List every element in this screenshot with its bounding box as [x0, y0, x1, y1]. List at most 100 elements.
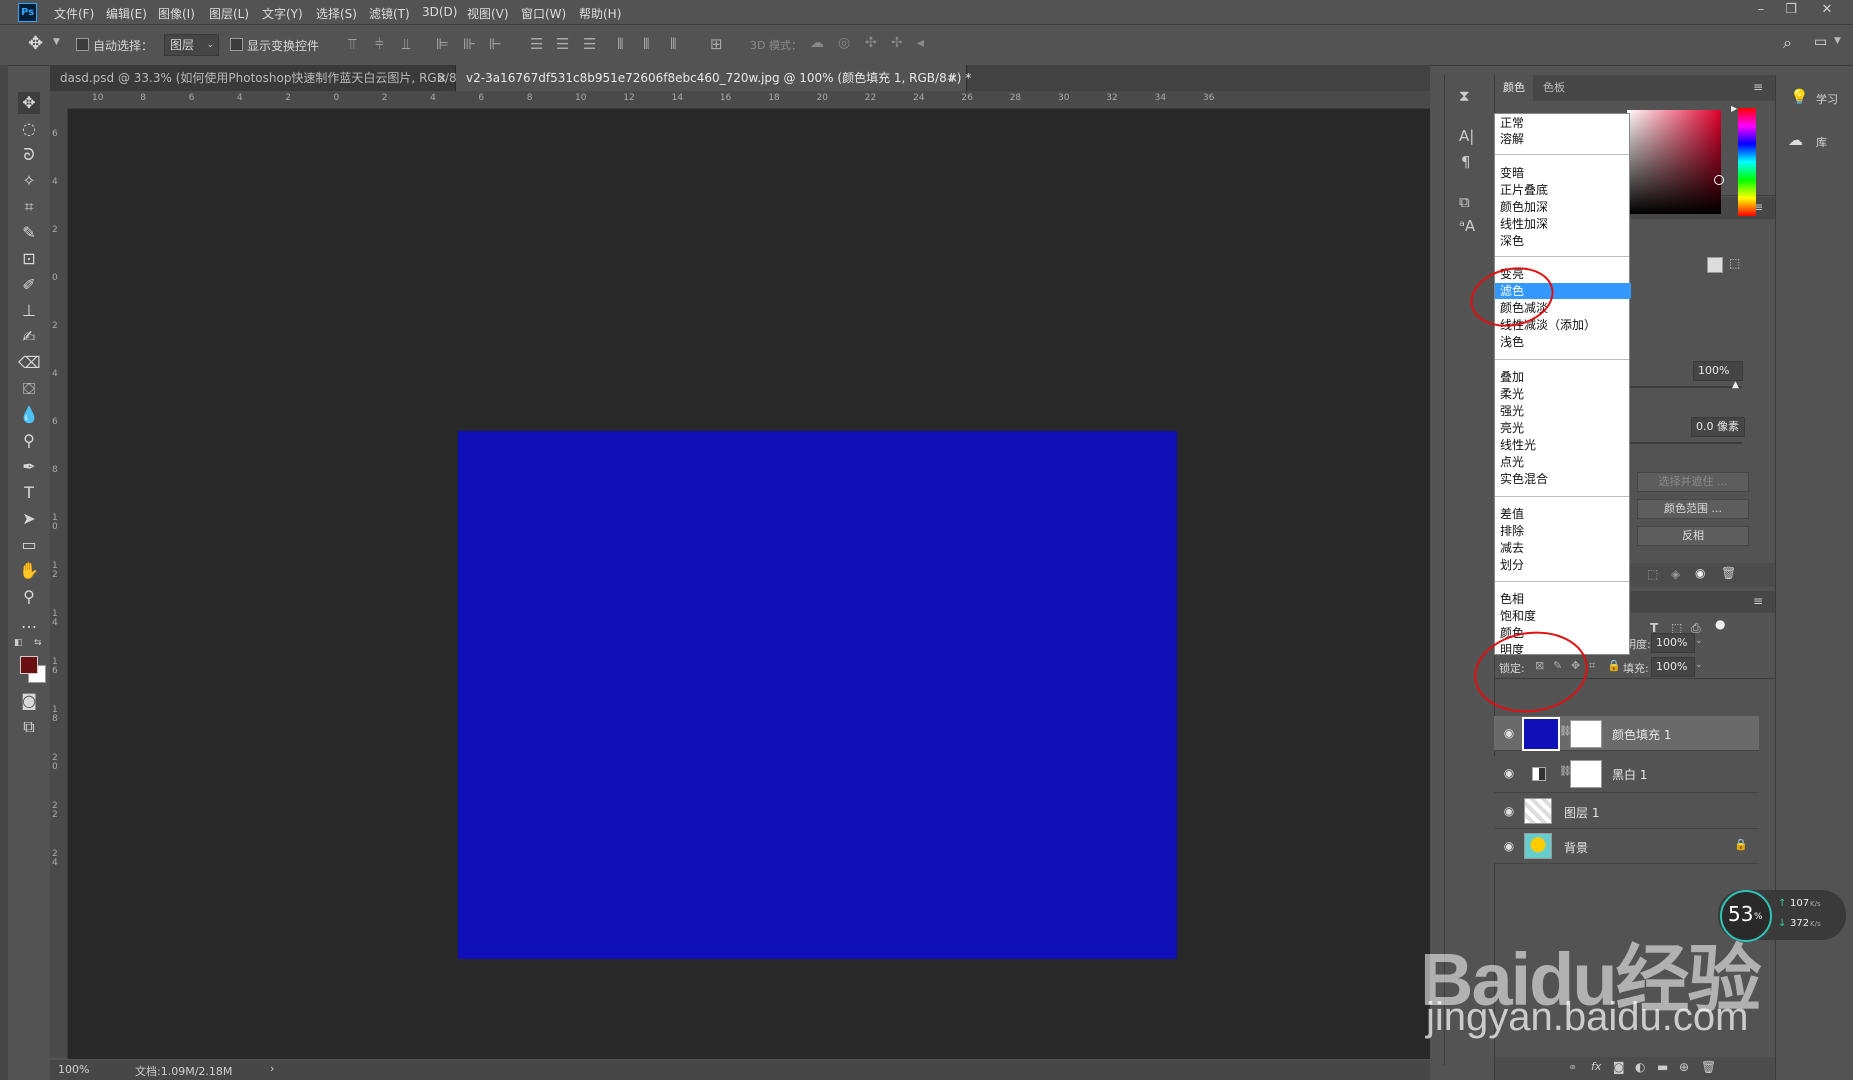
- blend-option[interactable]: 划分: [1498, 557, 1628, 573]
- visibility-eye-icon[interactable]: ◉: [1502, 726, 1516, 740]
- chevron-down-icon[interactable]: ▼: [1834, 36, 1841, 46]
- lightbulb-icon[interactable]: 💡: [1790, 88, 1809, 106]
- library-icon[interactable]: ☁: [1788, 131, 1803, 149]
- new-layer-icon[interactable]: ⊕: [1679, 1060, 1689, 1074]
- color-spectrum[interactable]: [1627, 110, 1721, 214]
- canvas-area[interactable]: [68, 109, 1430, 1059]
- blend-option[interactable]: 线性光: [1498, 437, 1628, 453]
- auto-align-icon[interactable]: ⊞: [710, 35, 723, 53]
- mask-thumbnail[interactable]: [1570, 760, 1602, 788]
- foreground-color-swatch[interactable]: [20, 656, 38, 674]
- doc-tab-1[interactable]: dasd.psd @ 33.3% (如何使用Photoshop快速制作蓝天白云图…: [50, 65, 461, 91]
- distribute-bottom-icon[interactable]: ☰: [583, 35, 596, 53]
- hand-tool-icon[interactable]: ✋: [18, 560, 40, 582]
- blend-option[interactable]: 饱和度: [1498, 608, 1628, 624]
- menu-file[interactable]: 文件(F): [54, 5, 94, 22]
- 3d-roll-icon[interactable]: ◎: [838, 35, 850, 51]
- add-mask-icon[interactable]: ◙: [1613, 1060, 1625, 1074]
- chevron-down-icon[interactable]: ⌄: [1695, 636, 1703, 646]
- glyphs-panel-icon[interactable]: ᵃA: [1459, 217, 1475, 235]
- learn-label[interactable]: 学习: [1816, 91, 1838, 107]
- type-tool-icon[interactable]: T: [18, 482, 40, 504]
- blend-option[interactable]: 柔光: [1498, 386, 1628, 402]
- chevron-down-icon[interactable]: ⌄: [1695, 660, 1703, 670]
- delete-layer-icon[interactable]: 🗑: [1701, 1060, 1716, 1074]
- eraser-tool-icon[interactable]: ⌫: [18, 352, 41, 374]
- delete-mask-icon[interactable]: 🗑: [1721, 566, 1736, 580]
- magic-wand-tool-icon[interactable]: ✧: [18, 170, 40, 192]
- 3d-slide-icon[interactable]: ✢: [891, 35, 903, 51]
- marquee-tool-icon[interactable]: ◌: [18, 118, 40, 140]
- visibility-eye-icon[interactable]: ◉: [1502, 839, 1516, 853]
- align-vcenter-icon[interactable]: ⫩: [375, 35, 384, 53]
- layer-name[interactable]: 背景: [1564, 839, 1588, 856]
- menu-help[interactable]: 帮助(H): [579, 5, 621, 22]
- move-tool-icon[interactable]: ✥: [28, 33, 43, 54]
- path-select-tool-icon[interactable]: ➤: [18, 508, 40, 530]
- minimize-icon[interactable]: –: [1746, 2, 1776, 20]
- blend-option[interactable]: 颜色加深: [1498, 199, 1628, 215]
- feather-field[interactable]: 0.0 像素: [1691, 417, 1745, 437]
- blend-option[interactable]: 点光: [1498, 454, 1628, 470]
- menu-edit[interactable]: 编辑(E): [106, 5, 147, 22]
- search-icon[interactable]: ⌕: [1783, 33, 1792, 53]
- fx-icon[interactable]: fx: [1591, 1060, 1601, 1073]
- blend-option[interactable]: 色相: [1498, 591, 1628, 607]
- select-and-mask-button[interactable]: 选择并遮住 ...: [1637, 472, 1749, 492]
- layer-name[interactable]: 图层 1: [1564, 804, 1599, 821]
- visibility-eye-icon[interactable]: ◉: [1502, 804, 1516, 818]
- 3d-scale-icon[interactable]: ◂: [917, 35, 924, 51]
- character-panel-icon[interactable]: A|: [1459, 127, 1474, 145]
- auto-select-checkbox[interactable]: [76, 38, 89, 51]
- align-left-icon[interactable]: ⊫: [436, 35, 449, 53]
- paragraph-panel-icon[interactable]: ¶: [1461, 153, 1471, 171]
- density-field[interactable]: 100%: [1693, 361, 1743, 381]
- align-right-icon[interactable]: ⊩: [489, 35, 502, 53]
- history-panel-icon[interactable]: ⧗: [1459, 87, 1470, 105]
- density-slider-track[interactable]: [1630, 386, 1742, 388]
- menu-select[interactable]: 选择(S): [316, 5, 357, 22]
- layer-row[interactable]: ◉ ⛓ 黑白 1: [1494, 756, 1759, 793]
- invert-button[interactable]: 反相: [1637, 526, 1749, 546]
- feather-slider-track[interactable]: [1630, 442, 1742, 444]
- blend-option[interactable]: 深色: [1498, 233, 1628, 249]
- visibility-eye-icon[interactable]: ◉: [1695, 566, 1705, 580]
- crop-tool-icon[interactable]: ⌗: [18, 196, 40, 218]
- align-bottom-icon[interactable]: ⫫: [402, 35, 410, 53]
- color-picker-handle[interactable]: [1714, 175, 1724, 185]
- more-tools-icon[interactable]: …: [18, 612, 40, 634]
- library-label[interactable]: 库: [1816, 134, 1827, 150]
- menu-layer[interactable]: 图层(L): [209, 5, 249, 22]
- align-hcenter-icon[interactable]: ⊪: [463, 35, 476, 53]
- blend-option[interactable]: 差值: [1498, 506, 1628, 522]
- show-transform-checkbox[interactable]: [230, 38, 243, 51]
- doc-tab-2[interactable]: v2-3a16767df531c8b951e72606f8ebc460_720w…: [456, 65, 971, 91]
- mask-thumbnail[interactable]: [1570, 720, 1602, 748]
- blend-option[interactable]: 溶解: [1498, 131, 1628, 147]
- fill-field[interactable]: 100%: [1651, 657, 1695, 677]
- dodge-tool-icon[interactable]: ⚲: [18, 430, 40, 452]
- bucket-tool-icon[interactable]: ⛋: [18, 378, 40, 400]
- link-layers-icon[interactable]: ⚭: [1568, 1061, 1577, 1074]
- menu-3d[interactable]: 3D(D): [422, 5, 457, 19]
- visibility-eye-icon[interactable]: ◉: [1502, 766, 1516, 780]
- zoom-level[interactable]: 100%: [58, 1063, 89, 1076]
- chevron-down-icon[interactable]: ▼: [53, 37, 60, 47]
- restore-icon[interactable]: ❐: [1776, 2, 1806, 20]
- default-colors-icon[interactable]: ◧: [14, 638, 23, 648]
- lock-artboard-icon[interactable]: ⌗: [1589, 659, 1595, 673]
- quick-mask-icon[interactable]: ◙: [18, 690, 40, 712]
- menu-type[interactable]: 文字(Y): [262, 5, 303, 22]
- blend-option[interactable]: 正片叠底: [1498, 182, 1628, 198]
- distribute-left-icon[interactable]: ⦀: [617, 35, 624, 53]
- blur-tool-icon[interactable]: 💧: [18, 404, 40, 426]
- move-tool-icon[interactable]: ✥: [18, 92, 40, 114]
- new-group-icon[interactable]: ▬: [1657, 1060, 1668, 1074]
- blend-option[interactable]: 减去: [1498, 540, 1628, 556]
- blend-option[interactable]: 浅色: [1498, 334, 1628, 350]
- zoom-tool-icon[interactable]: ⚲: [18, 586, 40, 608]
- auto-select-dropdown[interactable]: 图层 ⌄: [164, 34, 219, 56]
- layer-name[interactable]: 颜色填充 1: [1612, 726, 1671, 743]
- history-brush-tool-icon[interactable]: ✍: [18, 326, 40, 348]
- pen-tool-icon[interactable]: ✒: [18, 456, 40, 478]
